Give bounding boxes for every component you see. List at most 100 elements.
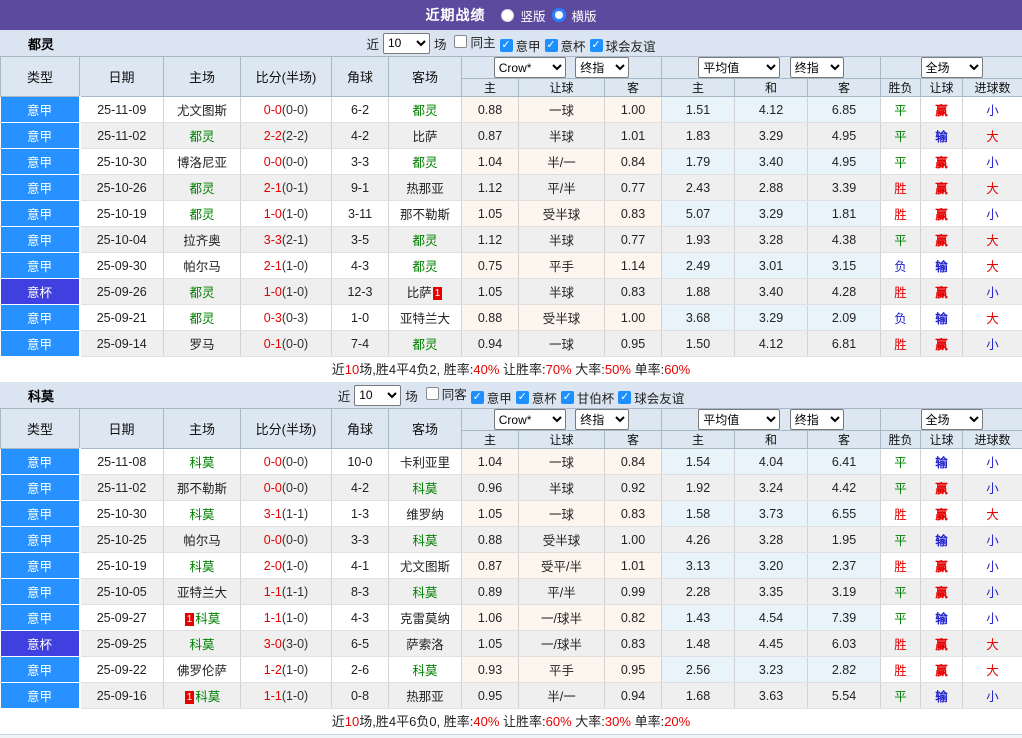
summary-segment: 30% — [605, 714, 631, 729]
outcome-cell: 胜 — [881, 331, 921, 357]
scope-select[interactable]: 全场 — [921, 57, 983, 78]
handicap-home-odds: 0.88 — [462, 305, 519, 331]
avg-draw-odds: 2.88 — [735, 175, 808, 201]
league-type-cell: 意甲 — [1, 657, 80, 683]
goals-result-cell: 小 — [963, 97, 1022, 123]
col-avg-home: 主 — [662, 79, 735, 97]
checked-checkbox[interactable]: ✓ — [500, 39, 513, 52]
match-date: 25-09-25 — [80, 631, 164, 657]
filter-label: 意杯 — [561, 36, 586, 55]
final-index-select-2[interactable]: 终指 — [790, 57, 844, 78]
summary-segment: 单率: — [631, 714, 664, 729]
handicap-away-odds: 0.95 — [605, 657, 662, 683]
match-date: 25-09-22 — [80, 657, 164, 683]
handicap-away-odds: 1.00 — [605, 527, 662, 553]
match-date: 25-11-02 — [80, 123, 164, 149]
handicap-result-cell: 赢 — [921, 553, 963, 579]
handicap-line: 平手 — [519, 253, 605, 279]
away-team-cell: 科莫 — [389, 527, 462, 553]
team-link: 科莫 — [412, 586, 437, 600]
result-text: 赢 — [935, 508, 948, 522]
avg-draw-odds: 3.73 — [735, 501, 808, 527]
col-corner: 角球 — [332, 57, 389, 97]
goals-result-cell: 大 — [963, 253, 1022, 279]
checked-checkbox[interactable]: ✓ — [516, 391, 529, 404]
vertical-layout-radio[interactable] — [501, 9, 514, 22]
home-team-cell: 帕尔马 — [164, 527, 241, 553]
handicap-home-odds: 1.05 — [462, 201, 519, 227]
team-link: 拉齐奥 — [183, 234, 221, 248]
filter-label: 球会友谊 — [606, 36, 656, 55]
team-link: 帕尔马 — [183, 534, 221, 548]
team-link: 科莫 — [189, 638, 214, 652]
avg-draw-odds: 3.40 — [735, 149, 808, 175]
avg-away-odds: 2.37 — [808, 553, 881, 579]
fulltime-score: 0-0 — [264, 481, 282, 495]
match-row: 意甲25-10-05亚特兰大1-1(1-1)8-3科莫0.89平/半0.992.… — [1, 579, 1022, 605]
filter-item: ✓意甲 — [500, 36, 541, 55]
score-cell: 2-2(2-2) — [241, 123, 332, 149]
filter-label: 同客 — [442, 384, 467, 403]
match-row: 意甲25-10-19都灵1-0(1-0)3-11那不勒斯1.05受半球0.835… — [1, 201, 1022, 227]
away-team-cell: 维罗纳 — [389, 501, 462, 527]
avg-away-odds: 1.95 — [808, 527, 881, 553]
avg-home-odds: 1.54 — [662, 449, 735, 475]
page-bottom-divider — [0, 734, 1022, 738]
scope-select[interactable]: 全场 — [921, 409, 983, 430]
summary-segment: 近 — [332, 714, 345, 729]
section-header: 都灵 近 10 场 同主✓意甲✓意杯✓球会友谊 — [0, 30, 1022, 56]
horizontal-layout-radio[interactable] — [552, 8, 566, 22]
handicap-line: 半球 — [519, 279, 605, 305]
checked-checkbox[interactable]: ✓ — [545, 39, 558, 52]
fulltime-score: 0-0 — [264, 533, 282, 547]
result-text: 小 — [986, 104, 999, 118]
avg-draw-odds: 3.28 — [735, 227, 808, 253]
checked-checkbox[interactable]: ✓ — [561, 391, 574, 404]
fulltime-score: 2-1 — [264, 259, 282, 273]
handicap-home-odds: 0.75 — [462, 253, 519, 279]
avg-draw-odds: 3.29 — [735, 123, 808, 149]
avg-away-odds: 6.81 — [808, 331, 881, 357]
halftime-score: (3-0) — [282, 637, 308, 651]
halftime-score: (0-0) — [282, 155, 308, 169]
result-text: 平 — [894, 690, 907, 704]
result-text: 赢 — [935, 482, 948, 496]
avg-draw-odds: 3.63 — [735, 683, 808, 709]
match-date: 25-10-26 — [80, 175, 164, 201]
unchecked-checkbox[interactable] — [426, 387, 439, 400]
score-cell: 1-1(1-0) — [241, 683, 332, 709]
checked-checkbox[interactable]: ✓ — [618, 391, 631, 404]
result-text: 平 — [894, 104, 907, 118]
unchecked-checkbox[interactable] — [454, 35, 467, 48]
result-text: 平 — [894, 156, 907, 170]
result-text: 赢 — [935, 586, 948, 600]
filters-bar: 近 10 场 同客✓意甲✓意杯✓甘伯杯✓球会友谊 — [338, 384, 685, 407]
match-row: 意甲25-09-30帕尔马2-1(1-0)4-3都灵0.75平手1.142.49… — [1, 253, 1022, 279]
checked-checkbox[interactable]: ✓ — [590, 39, 603, 52]
final-index-select[interactable]: 终指 — [575, 409, 629, 430]
home-team-cell: 帕尔马 — [164, 253, 241, 279]
handicap-result-cell: 赢 — [921, 331, 963, 357]
odds-provider-select[interactable]: Crow* — [494, 409, 566, 430]
result-text: 小 — [986, 586, 999, 600]
match-count-select[interactable]: 10 — [383, 33, 430, 54]
average-select[interactable]: 平均值 — [698, 409, 780, 430]
outcome-cell: 平 — [881, 475, 921, 501]
final-index-select[interactable]: 终指 — [575, 57, 629, 78]
summary-segment: 场,胜4平6负0, 胜率: — [359, 714, 473, 729]
col-away: 客场 — [389, 57, 462, 97]
checked-checkbox[interactable]: ✓ — [471, 391, 484, 404]
odds-provider-select[interactable]: Crow* — [494, 57, 566, 78]
average-select[interactable]: 平均值 — [698, 57, 780, 78]
home-team-cell: 博洛尼亚 — [164, 149, 241, 175]
match-count-select[interactable]: 10 — [354, 385, 401, 406]
summary-segment: 场,胜4平4负2, 胜率: — [359, 362, 473, 377]
result-text: 胜 — [894, 508, 907, 522]
corner-cell: 4-3 — [332, 253, 389, 279]
result-text: 输 — [935, 312, 948, 326]
match-date: 25-09-16 — [80, 683, 164, 709]
final-index-select-2[interactable]: 终指 — [790, 409, 844, 430]
result-text: 输 — [935, 612, 948, 626]
avg-home-odds: 1.48 — [662, 631, 735, 657]
score-cell: 3-3(2-1) — [241, 227, 332, 253]
